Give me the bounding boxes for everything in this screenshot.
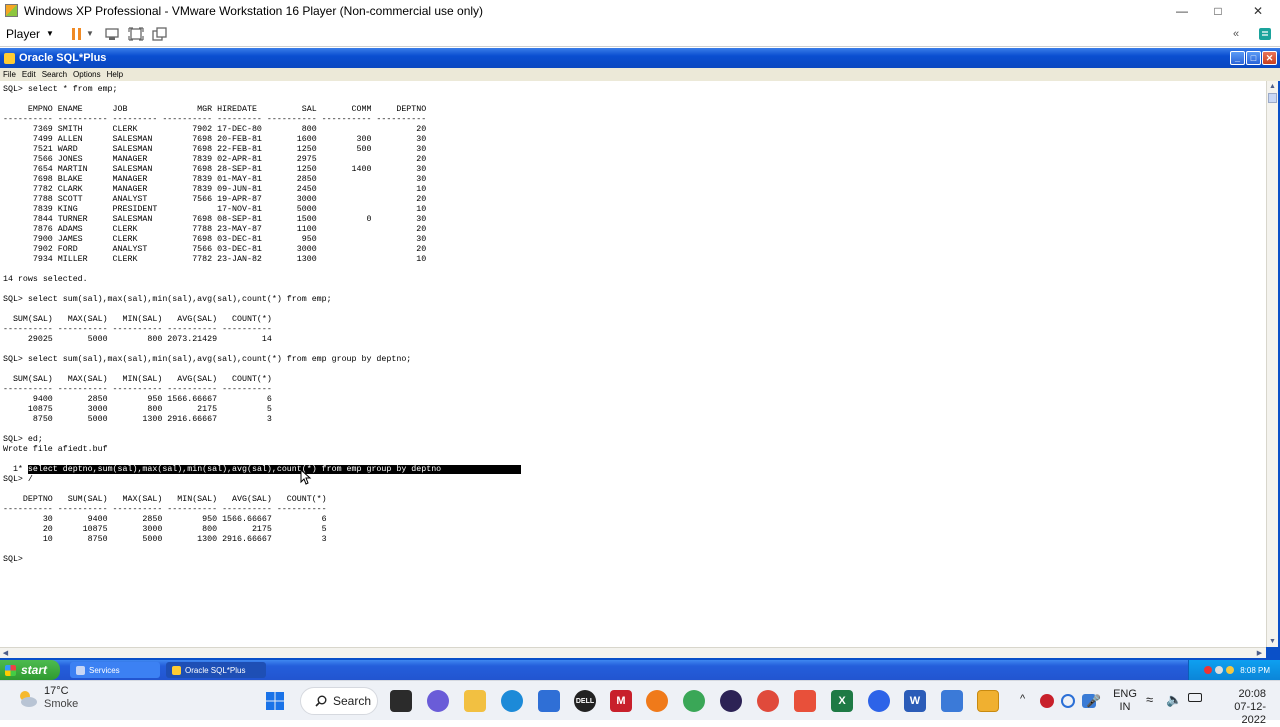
taskbar-item-label: Services [89, 665, 120, 675]
file-explorer-icon[interactable] [464, 690, 486, 712]
console-text-before: SQL> select * from emp; EMPNO ENAME JOB … [3, 85, 427, 454]
weather-temperature: 17°C [44, 685, 69, 697]
sqlplus-app-icon [4, 52, 15, 64]
security-alert-icon[interactable] [1204, 666, 1213, 674]
console-output: SQL> select * from emp; EMPNO ENAME JOB … [0, 81, 1266, 565]
menu-options[interactable]: Options [73, 70, 101, 79]
chrome-icon[interactable] [683, 690, 705, 712]
player-menu-label: Player [6, 26, 41, 41]
scroll-right-icon[interactable]: ▶ [1254, 648, 1265, 658]
taskbar-item-sqlplus[interactable]: Oracle SQL*Plus [166, 662, 266, 678]
task-view-icon[interactable] [390, 690, 412, 712]
microphone-icon[interactable]: 🎤 [1086, 694, 1101, 708]
weather-widget[interactable]: 17°C Smoke [16, 685, 78, 711]
xp-start-button[interactable]: start [0, 660, 60, 680]
menu-help[interactable]: Help [107, 70, 123, 79]
sqlplus-window-title: Oracle SQL*Plus [19, 52, 107, 64]
xp-clock: 8:08 PM [1240, 665, 1270, 675]
store-icon[interactable] [538, 690, 560, 712]
word-icon[interactable]: W [904, 690, 926, 712]
notepad-icon[interactable] [941, 690, 963, 712]
console-text-after: SQL> / DEPTNO SUM(SAL) MAX(SAL) MIN(SAL)… [3, 475, 327, 564]
edit-line-prefix: 1* [3, 465, 28, 474]
zoom-icon[interactable] [868, 690, 890, 712]
taskbar-item-services[interactable]: Services [70, 662, 160, 678]
vmware-logo-icon [5, 4, 18, 17]
sqlplus-task-icon [172, 665, 181, 675]
taskbar-search[interactable]: Search [300, 687, 378, 715]
scrollbar-thumb[interactable] [1268, 93, 1277, 103]
sqlplus-titlebar: Oracle SQL*Plus _ □ ✕ [0, 48, 1280, 68]
search-icon [315, 695, 327, 707]
scroll-left-icon[interactable]: ◀ [0, 648, 11, 658]
vmware-toolbar: Player ▼ ▼ « [0, 21, 1280, 47]
chevron-down-icon[interactable]: ▼ [84, 24, 96, 44]
messages-icon[interactable] [1257, 24, 1273, 44]
chevron-down-icon: ▼ [46, 29, 54, 38]
menu-search[interactable]: Search [42, 70, 67, 79]
wifi-icon[interactable]: ≈ [1146, 692, 1153, 707]
windows-taskbar: 17°C Smoke Search DELL M X W ^ 🎤 ENG IN … [0, 680, 1280, 726]
close-icon[interactable]: ✕ [1238, 0, 1278, 21]
player-menu-button[interactable]: Player ▼ [6, 27, 54, 41]
vmware-titlebar: Windows XP Professional - VMware Worksta… [0, 0, 1280, 21]
search-label: Search [333, 694, 372, 708]
collapse-toolbar-icon[interactable]: « [1228, 24, 1244, 44]
weather-icon [16, 687, 38, 709]
menu-file[interactable]: File [3, 70, 16, 79]
start-label: start [21, 663, 48, 677]
mcafee-icon[interactable]: M [610, 690, 632, 712]
sqlplus-console[interactable]: SQL> select * from emp; EMPNO ENAME JOB … [0, 81, 1266, 647]
clock-date: 07-12-2022 [1234, 701, 1266, 726]
unity-icon[interactable] [150, 24, 170, 44]
weather-description: Smoke [44, 698, 79, 710]
volume-icon[interactable] [1226, 666, 1235, 674]
xp-close-icon[interactable]: ✕ [1262, 51, 1277, 65]
language-code: ENG [1113, 688, 1137, 700]
presentation-icon[interactable] [794, 690, 816, 712]
minimize-icon[interactable]: — [1162, 0, 1202, 21]
vmware-taskbar-icon[interactable] [977, 690, 999, 712]
network-icon[interactable] [1215, 666, 1224, 674]
chevron-up-icon[interactable]: ^ [1020, 693, 1025, 705]
vertical-scrollbar[interactable]: ▲ ▼ [1266, 81, 1278, 647]
xp-minimize-icon[interactable]: _ [1230, 51, 1245, 65]
language-region: IN [1119, 701, 1131, 713]
dell-icon[interactable]: DELL [574, 690, 596, 712]
sqlplus-window: Oracle SQL*Plus _ □ ✕ File Edit Search O… [0, 48, 1280, 660]
host-clock[interactable]: 20:08 07-12-2022 [1214, 688, 1266, 727]
horizontal-scrollbar[interactable]: ◀ ▶ [0, 647, 1266, 658]
edge-browser-icon[interactable] [501, 690, 523, 712]
excel-icon[interactable]: X [831, 690, 853, 712]
sync-tray-icon[interactable] [1061, 694, 1075, 708]
xp-taskbar: start Services Oracle SQL*Plus 8:08 PM [0, 660, 1280, 680]
teams-chat-icon[interactable] [427, 690, 449, 712]
vmware-window-title: Windows XP Professional - VMware Worksta… [24, 3, 484, 18]
windows-flag-icon [5, 664, 16, 676]
language-indicator[interactable]: ENG IN [1112, 688, 1138, 714]
pause-icon[interactable] [70, 24, 84, 44]
scroll-down-icon[interactable]: ▼ [1267, 636, 1278, 647]
host-system-tray: ^ 🎤 ENG IN ≈ 🔈 20:08 07-12-2022 [1016, 681, 1280, 726]
eclipse-icon[interactable] [720, 690, 742, 712]
chrome-profile-icon[interactable] [757, 690, 779, 712]
xp-system-tray: 8:08 PM [1188, 660, 1280, 680]
edited-query-highlight: select deptno,sum(sal),max(sal),min(sal)… [27, 465, 521, 474]
speaker-icon[interactable]: 🔈 [1166, 692, 1182, 708]
services-icon [76, 665, 85, 675]
battery-icon[interactable] [1188, 693, 1202, 702]
clock-time: 20:08 [1238, 688, 1266, 700]
send-ctrl-alt-del-icon[interactable] [102, 24, 122, 44]
windows-start-icon[interactable] [264, 690, 286, 712]
xp-maximize-icon[interactable]: □ [1246, 51, 1261, 65]
scroll-up-icon[interactable]: ▲ [1267, 81, 1278, 92]
maximize-icon[interactable]: □ [1198, 0, 1238, 21]
taskbar-item-label: Oracle SQL*Plus [185, 665, 246, 675]
mouse-cursor-icon [300, 469, 312, 485]
firefox-icon[interactable] [646, 690, 668, 712]
sqlplus-menubar: File Edit Search Options Help [0, 68, 1280, 81]
menu-edit[interactable]: Edit [22, 70, 36, 79]
mcafee-tray-icon[interactable] [1040, 694, 1054, 708]
fullscreen-icon[interactable] [126, 24, 146, 44]
